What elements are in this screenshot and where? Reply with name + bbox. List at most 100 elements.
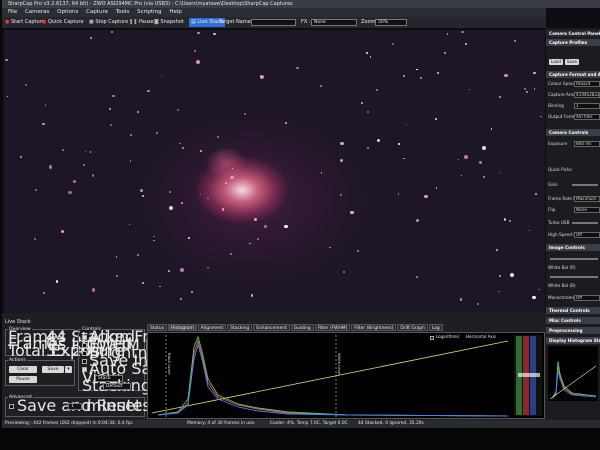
pause-button[interactable]: ❚❚ Pause (129, 18, 154, 27)
brightness-filter-checkbox[interactable] (82, 351, 87, 356)
star (179, 267, 184, 272)
menu-scripting[interactable]: Scripting (137, 9, 161, 15)
turbo-usb-slider[interactable] (572, 222, 598, 224)
display-histogram-header[interactable]: Display Histogram Stretch (546, 337, 600, 344)
tab-alignment[interactable]: Alignment (197, 324, 227, 331)
tab-stacking[interactable]: Stacking (227, 324, 253, 331)
load-profile-button[interactable]: Load (549, 59, 563, 65)
menu-capture[interactable]: Capture (86, 9, 108, 15)
camera-control-panel: Camera Control Panel Capture Profiles Lo… (546, 28, 600, 428)
save-reset-checkbox[interactable] (9, 404, 14, 409)
stacking-select[interactable]: Default (103, 383, 131, 390)
star (533, 71, 536, 74)
star (499, 95, 501, 98)
wb-r-slider[interactable] (550, 258, 598, 260)
star (498, 290, 500, 293)
star (200, 193, 202, 195)
star (361, 102, 363, 105)
controls-group: Controls Align Frames FWHM Filter Bright… (78, 327, 291, 394)
camera-controls-header[interactable]: Camera Controls (546, 129, 600, 136)
star (72, 179, 77, 184)
image-controls-header[interactable]: Image Controls (546, 244, 600, 251)
capture-area-select[interactable]: 4144x2822 (574, 92, 600, 98)
color-space-select[interactable]: RGB24 (574, 81, 600, 87)
capture-profiles-header[interactable]: Capture Profiles (546, 39, 600, 46)
color-space-row: Colour Space RGB24 (548, 80, 600, 88)
thermal-controls-header[interactable]: Thermal Controls (546, 307, 600, 314)
menu-help[interactable]: Help (169, 9, 182, 15)
stop-icon: ■ (89, 19, 94, 25)
preprocessing-header[interactable]: Preprocessing (546, 327, 600, 334)
quick-picks-label[interactable]: Quick Picks (548, 167, 572, 172)
tab-status[interactable]: Status (147, 324, 167, 331)
flip-select[interactable]: None (574, 207, 600, 213)
binning-select[interactable]: 1 (574, 103, 600, 109)
tab-guiding[interactable]: Guiding (290, 324, 314, 331)
pause-stack-button[interactable]: Pause (9, 376, 37, 383)
zoom-select[interactable]: 50% (375, 19, 407, 26)
star (339, 159, 343, 163)
menu-options[interactable]: Options (57, 9, 78, 15)
high-speed-select[interactable]: Off (574, 232, 600, 238)
save-reset-input[interactable]: 1 (68, 403, 82, 410)
save-profile-button[interactable]: Save (565, 59, 579, 65)
snapshot-button[interactable]: ◙ Snapshot (154, 18, 184, 27)
save-options-dropdown[interactable]: ▾ (65, 366, 72, 373)
wb-b-slider[interactable] (550, 276, 598, 278)
output-format-select[interactable]: AVI files (574, 114, 600, 120)
clear-button[interactable]: Clear (9, 366, 37, 373)
save-individual-checkbox[interactable] (82, 359, 87, 364)
target-name-input[interactable] (251, 19, 296, 26)
exposure-input[interactable]: 800 ms (574, 141, 600, 147)
histogram-plot[interactable] (148, 333, 544, 418)
mini-histogram[interactable] (548, 346, 598, 401)
star (153, 235, 155, 238)
tab-histogram[interactable]: Histogram (168, 324, 197, 331)
stack-histogram[interactable]: Black Level White Level Logarithmic Hori… (147, 332, 545, 419)
star (434, 118, 437, 121)
star (109, 108, 111, 110)
frame-rate-select[interactable]: Maximum (574, 196, 600, 202)
fx-select[interactable]: None (311, 19, 357, 26)
tab-log[interactable]: Log (428, 324, 443, 331)
align-frames-checkbox[interactable] (82, 335, 87, 340)
tab-enhancement[interactable]: Enhancement (253, 324, 290, 331)
star (481, 145, 486, 150)
tab-drift-graph[interactable]: Drift Graph (397, 324, 428, 331)
monochrome-select[interactable]: Off (574, 295, 600, 301)
color-space-label: Colour Space (548, 81, 576, 86)
star (179, 143, 181, 145)
tab-filter-fwhm[interactable]: Filter (FWHM) (314, 324, 351, 331)
menu-cameras[interactable]: Cameras (25, 9, 49, 15)
start-capture-label: Start Capture (10, 19, 45, 25)
camera-preview[interactable] (4, 30, 545, 313)
star (42, 292, 45, 295)
quick-capture-button[interactable]: ● Quick Capture (42, 18, 84, 27)
star (367, 110, 370, 113)
fwhm-filter-checkbox[interactable] (82, 343, 87, 348)
star (61, 229, 65, 233)
menu-tools[interactable]: Tools (116, 9, 130, 15)
record-icon: ● (5, 19, 10, 25)
monitor-frame: SharpCap Pro v3.2.6137, 64 bit) - ZWO AS… (0, 0, 600, 450)
tab-filter-brightness[interactable]: Filter (Brightness) (351, 324, 397, 331)
star (490, 128, 493, 130)
actions-group: Actions Clear Save ▾ Pause (5, 358, 75, 386)
stop-capture-button[interactable]: ■ Stop Capture (89, 18, 128, 27)
star (168, 190, 171, 193)
star (340, 141, 344, 146)
star (444, 52, 447, 55)
star (147, 90, 150, 93)
misc-controls-header[interactable]: Misc Controls (546, 317, 600, 324)
pause-label: Pause (138, 19, 154, 25)
gain-slider[interactable] (572, 184, 598, 186)
save-stack-button[interactable]: Save (42, 366, 64, 373)
logarithmic-checkbox[interactable] (430, 336, 434, 340)
capture-format-header[interactable]: Capture Format and Area (546, 71, 600, 78)
start-capture-button[interactable]: ● Start Capture (5, 18, 45, 27)
star (116, 274, 119, 277)
flip-row: Flip None (548, 206, 600, 214)
star (213, 32, 216, 35)
star (128, 223, 131, 226)
menu-file[interactable]: File (8, 9, 17, 15)
